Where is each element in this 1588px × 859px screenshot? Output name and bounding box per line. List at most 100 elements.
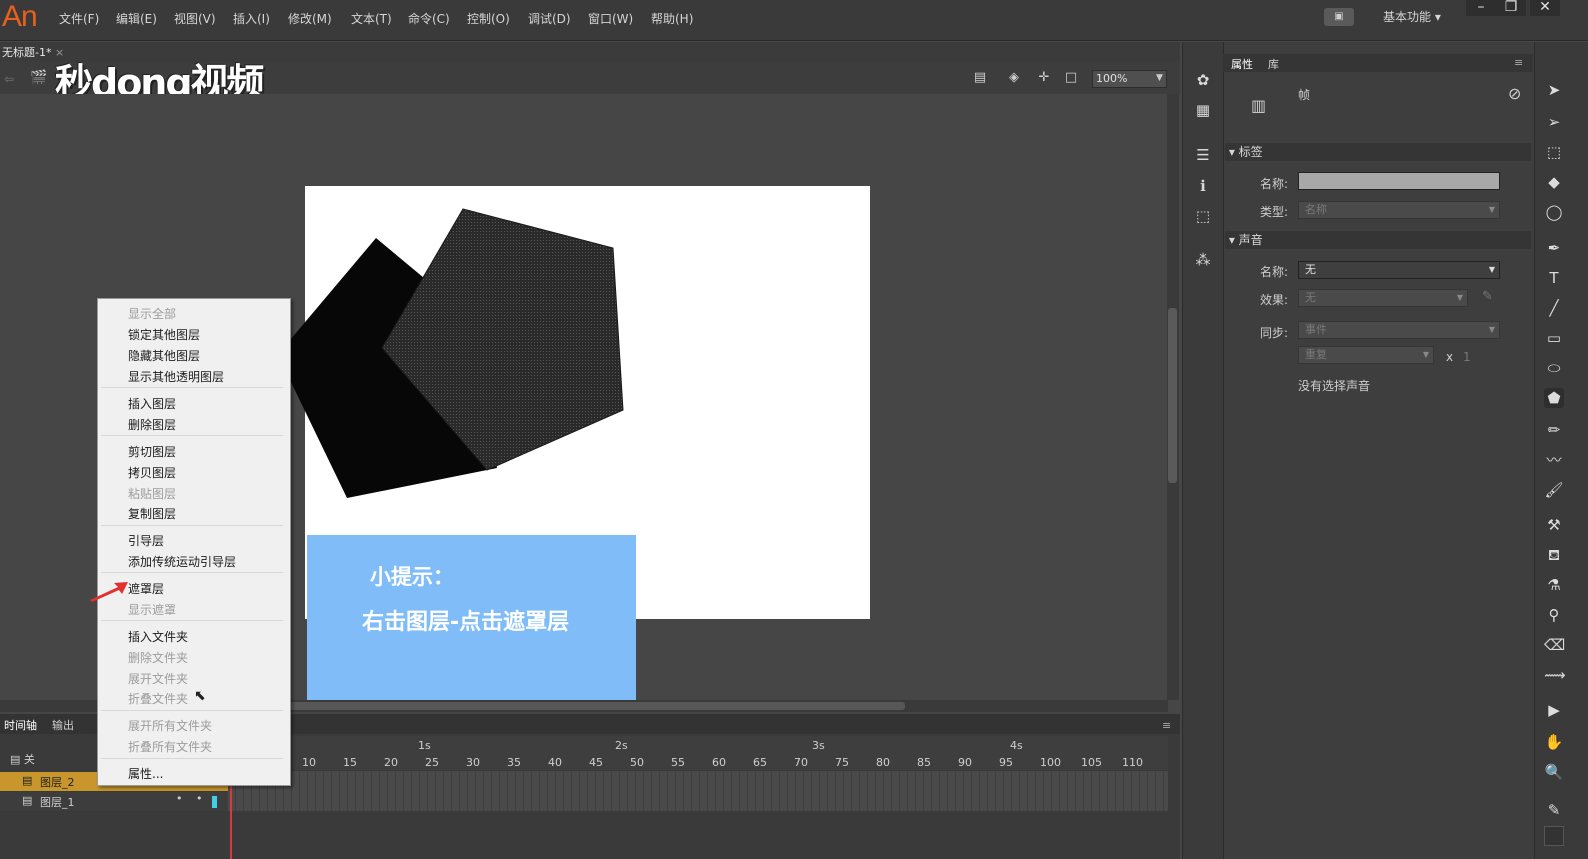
tab-library[interactable]: 库 — [1268, 56, 1279, 72]
rectangle-tool-icon[interactable]: ▭ — [1544, 328, 1564, 348]
panel-menu-icon[interactable]: ≡ — [1162, 719, 1171, 732]
lock-dot[interactable]: • — [196, 792, 203, 805]
workspace-label: 基本功能 — [1383, 10, 1432, 24]
sound-sync-label: 同步: — [1260, 326, 1289, 340]
help-icon[interactable]: ⊘ — [1508, 84, 1521, 103]
camera-tool-icon[interactable]: ▶ — [1544, 700, 1564, 720]
paint-bucket-tool-icon[interactable]: ⛾ — [1544, 545, 1564, 565]
menu-separator — [101, 525, 283, 526]
transform-icon[interactable]: ⬚ — [1193, 206, 1213, 226]
subselection-tool-icon[interactable]: ➢ — [1544, 112, 1564, 132]
context-menu-item[interactable]: 删除图层 — [128, 416, 176, 433]
context-menu-item[interactable]: 插入图层 — [128, 395, 176, 412]
tab-properties[interactable]: 属性 — [1231, 56, 1253, 72]
sound-name-label: 名称: — [1260, 265, 1289, 279]
tip-body: 右击图层-点击遮罩层 — [362, 610, 570, 635]
workspace-dropdown[interactable]: 基本功能 ▾ — [1383, 8, 1441, 25]
label-section-header[interactable]: ▾ 标签 — [1225, 143, 1531, 161]
minimize-button[interactable]: – — [1466, 0, 1496, 16]
ruler-second-label: 3s — [812, 739, 825, 752]
repeat-count[interactable]: 1 — [1463, 350, 1471, 364]
hand-tool-icon[interactable]: ✋ — [1544, 732, 1564, 752]
lasso-tool-icon[interactable]: ◯ — [1544, 202, 1564, 222]
restore-button[interactable]: ❐ — [1496, 0, 1526, 16]
width-tool-icon[interactable]: ⟿ — [1544, 665, 1566, 685]
swatches-icon[interactable]: ▦ — [1193, 100, 1213, 120]
properties-panel — [1223, 42, 1534, 859]
oval-tool-icon[interactable]: ⬭ — [1544, 358, 1564, 378]
bone-tool-icon[interactable]: ⚒ — [1544, 515, 1564, 535]
context-menu-item[interactable]: 复制图层 — [128, 505, 176, 522]
free-transform-tool-icon[interactable]: ⬚ — [1544, 142, 1564, 162]
visibility-dot[interactable]: • — [176, 792, 183, 805]
eraser-tool-icon[interactable]: ⌫ — [1544, 635, 1565, 655]
ruler-frame-label: 35 — [507, 756, 521, 769]
sound-sync-select[interactable]: 事件 ▼ — [1298, 321, 1500, 339]
components-icon[interactable]: ⁂ — [1193, 250, 1213, 270]
context-menu-item[interactable]: 显示其他透明图层 — [128, 368, 224, 385]
chevron-down-icon: ▾ — [1225, 145, 1239, 159]
outline-color-swatch[interactable] — [212, 796, 217, 808]
chevron-down-icon: ▼ — [1456, 293, 1463, 302]
context-menu-item: 展开所有文件夹 — [128, 719, 213, 733]
frame-type-select[interactable]: 名称 ▼ — [1298, 201, 1500, 219]
brush-tool-icon[interactable]: 〰 — [1544, 450, 1564, 470]
context-menu-item[interactable]: 添加传统运动引导层 — [128, 553, 236, 570]
tab-timeline[interactable]: 时间轴 — [4, 717, 37, 733]
context-menu-item[interactable]: 属性... — [128, 765, 163, 782]
workspace-switch-icon[interactable]: ▣ — [1324, 8, 1354, 26]
line-tool-icon[interactable]: ╱ — [1544, 298, 1564, 318]
context-menu-item[interactable]: 剪切图层 — [128, 443, 176, 460]
text-tool-icon[interactable]: T — [1544, 268, 1564, 288]
context-menu-item[interactable]: 插入文件夹 — [128, 628, 188, 645]
layer-icon: ▤ — [22, 794, 33, 807]
context-menu-item[interactable]: 引导层 — [128, 532, 164, 549]
align-icon[interactable]: ☰ — [1193, 145, 1213, 165]
context-menu-item: 粘贴图层 — [128, 487, 177, 501]
context-menu-item[interactable]: 锁定其他图层 — [128, 326, 200, 343]
ruler-frame-label: 40 — [548, 756, 562, 769]
horizontal-scroll-thumb[interactable] — [290, 702, 905, 710]
info-icon[interactable]: ℹ — [1193, 176, 1213, 196]
sound-status: 没有选择声音 — [1298, 379, 1371, 393]
sound-repeat-select[interactable]: 重复 ▼ — [1298, 346, 1434, 364]
sound-effect-label: 效果: — [1260, 293, 1289, 307]
paint-brush-tool-icon[interactable]: 🖌 — [1544, 480, 1564, 500]
panel-menu-icon[interactable]: ≡ — [1514, 56, 1523, 69]
ruler-second-label: 1s — [418, 739, 431, 752]
ruler-second-label: 2s — [615, 739, 628, 752]
ruler-second-label: 4s — [1010, 739, 1023, 752]
color-icon[interactable]: ✿ — [1193, 70, 1213, 90]
sound-effect-value: 无 — [1305, 291, 1316, 304]
pen-tool-icon[interactable]: ✒ — [1544, 238, 1564, 258]
ink-bottle-tool-icon[interactable]: ⚗ — [1544, 575, 1564, 595]
frame-icon: ▥ — [1251, 96, 1267, 115]
edit-envelope-icon[interactable]: ✎ — [1482, 289, 1493, 304]
zoom-tool-icon[interactable]: 🔍 — [1544, 762, 1564, 782]
pencil-tool-icon[interactable]: ✏ — [1544, 420, 1564, 440]
context-menu-item[interactable]: 拷贝图层 — [128, 464, 176, 481]
close-button[interactable]: ✕ — [1530, 0, 1560, 16]
context-menu-item[interactable]: 遮罩层 — [128, 580, 164, 597]
eyedropper-tool-icon[interactable]: ⚲ — [1544, 605, 1564, 625]
vertical-scroll-thumb[interactable] — [1168, 308, 1177, 483]
frames-grid[interactable] — [228, 771, 1168, 811]
sound-name-select[interactable]: 无 ▼ — [1298, 261, 1500, 279]
chevron-down-icon: ▼ — [1488, 325, 1495, 334]
ruler-frame-label: 55 — [671, 756, 685, 769]
menu-separator — [101, 435, 283, 436]
selection-tool-icon[interactable]: ➤ — [1544, 80, 1564, 100]
3d-rotation-tool-icon[interactable]: ◆ — [1544, 172, 1564, 192]
frame-name-input[interactable] — [1298, 172, 1500, 190]
context-menu-item[interactable]: 隐藏其他图层 — [128, 347, 200, 364]
tab-output[interactable]: 输出 — [52, 717, 74, 733]
ruler-frame-label: 90 — [958, 756, 972, 769]
sound-section-header[interactable]: ▾ 声音 — [1225, 231, 1531, 249]
timeline-header: ▤ 关 — [10, 751, 35, 767]
stroke-color-icon[interactable]: ✎ — [1544, 800, 1564, 820]
polystar-tool-icon[interactable]: ⬟ — [1544, 388, 1564, 408]
sound-effect-select[interactable]: 无 ▼ — [1298, 289, 1468, 307]
fill-color-swatch[interactable] — [1544, 826, 1564, 846]
context-menu-item: 显示全部 — [128, 307, 177, 321]
ruler-frame-label: 105 — [1081, 756, 1102, 769]
